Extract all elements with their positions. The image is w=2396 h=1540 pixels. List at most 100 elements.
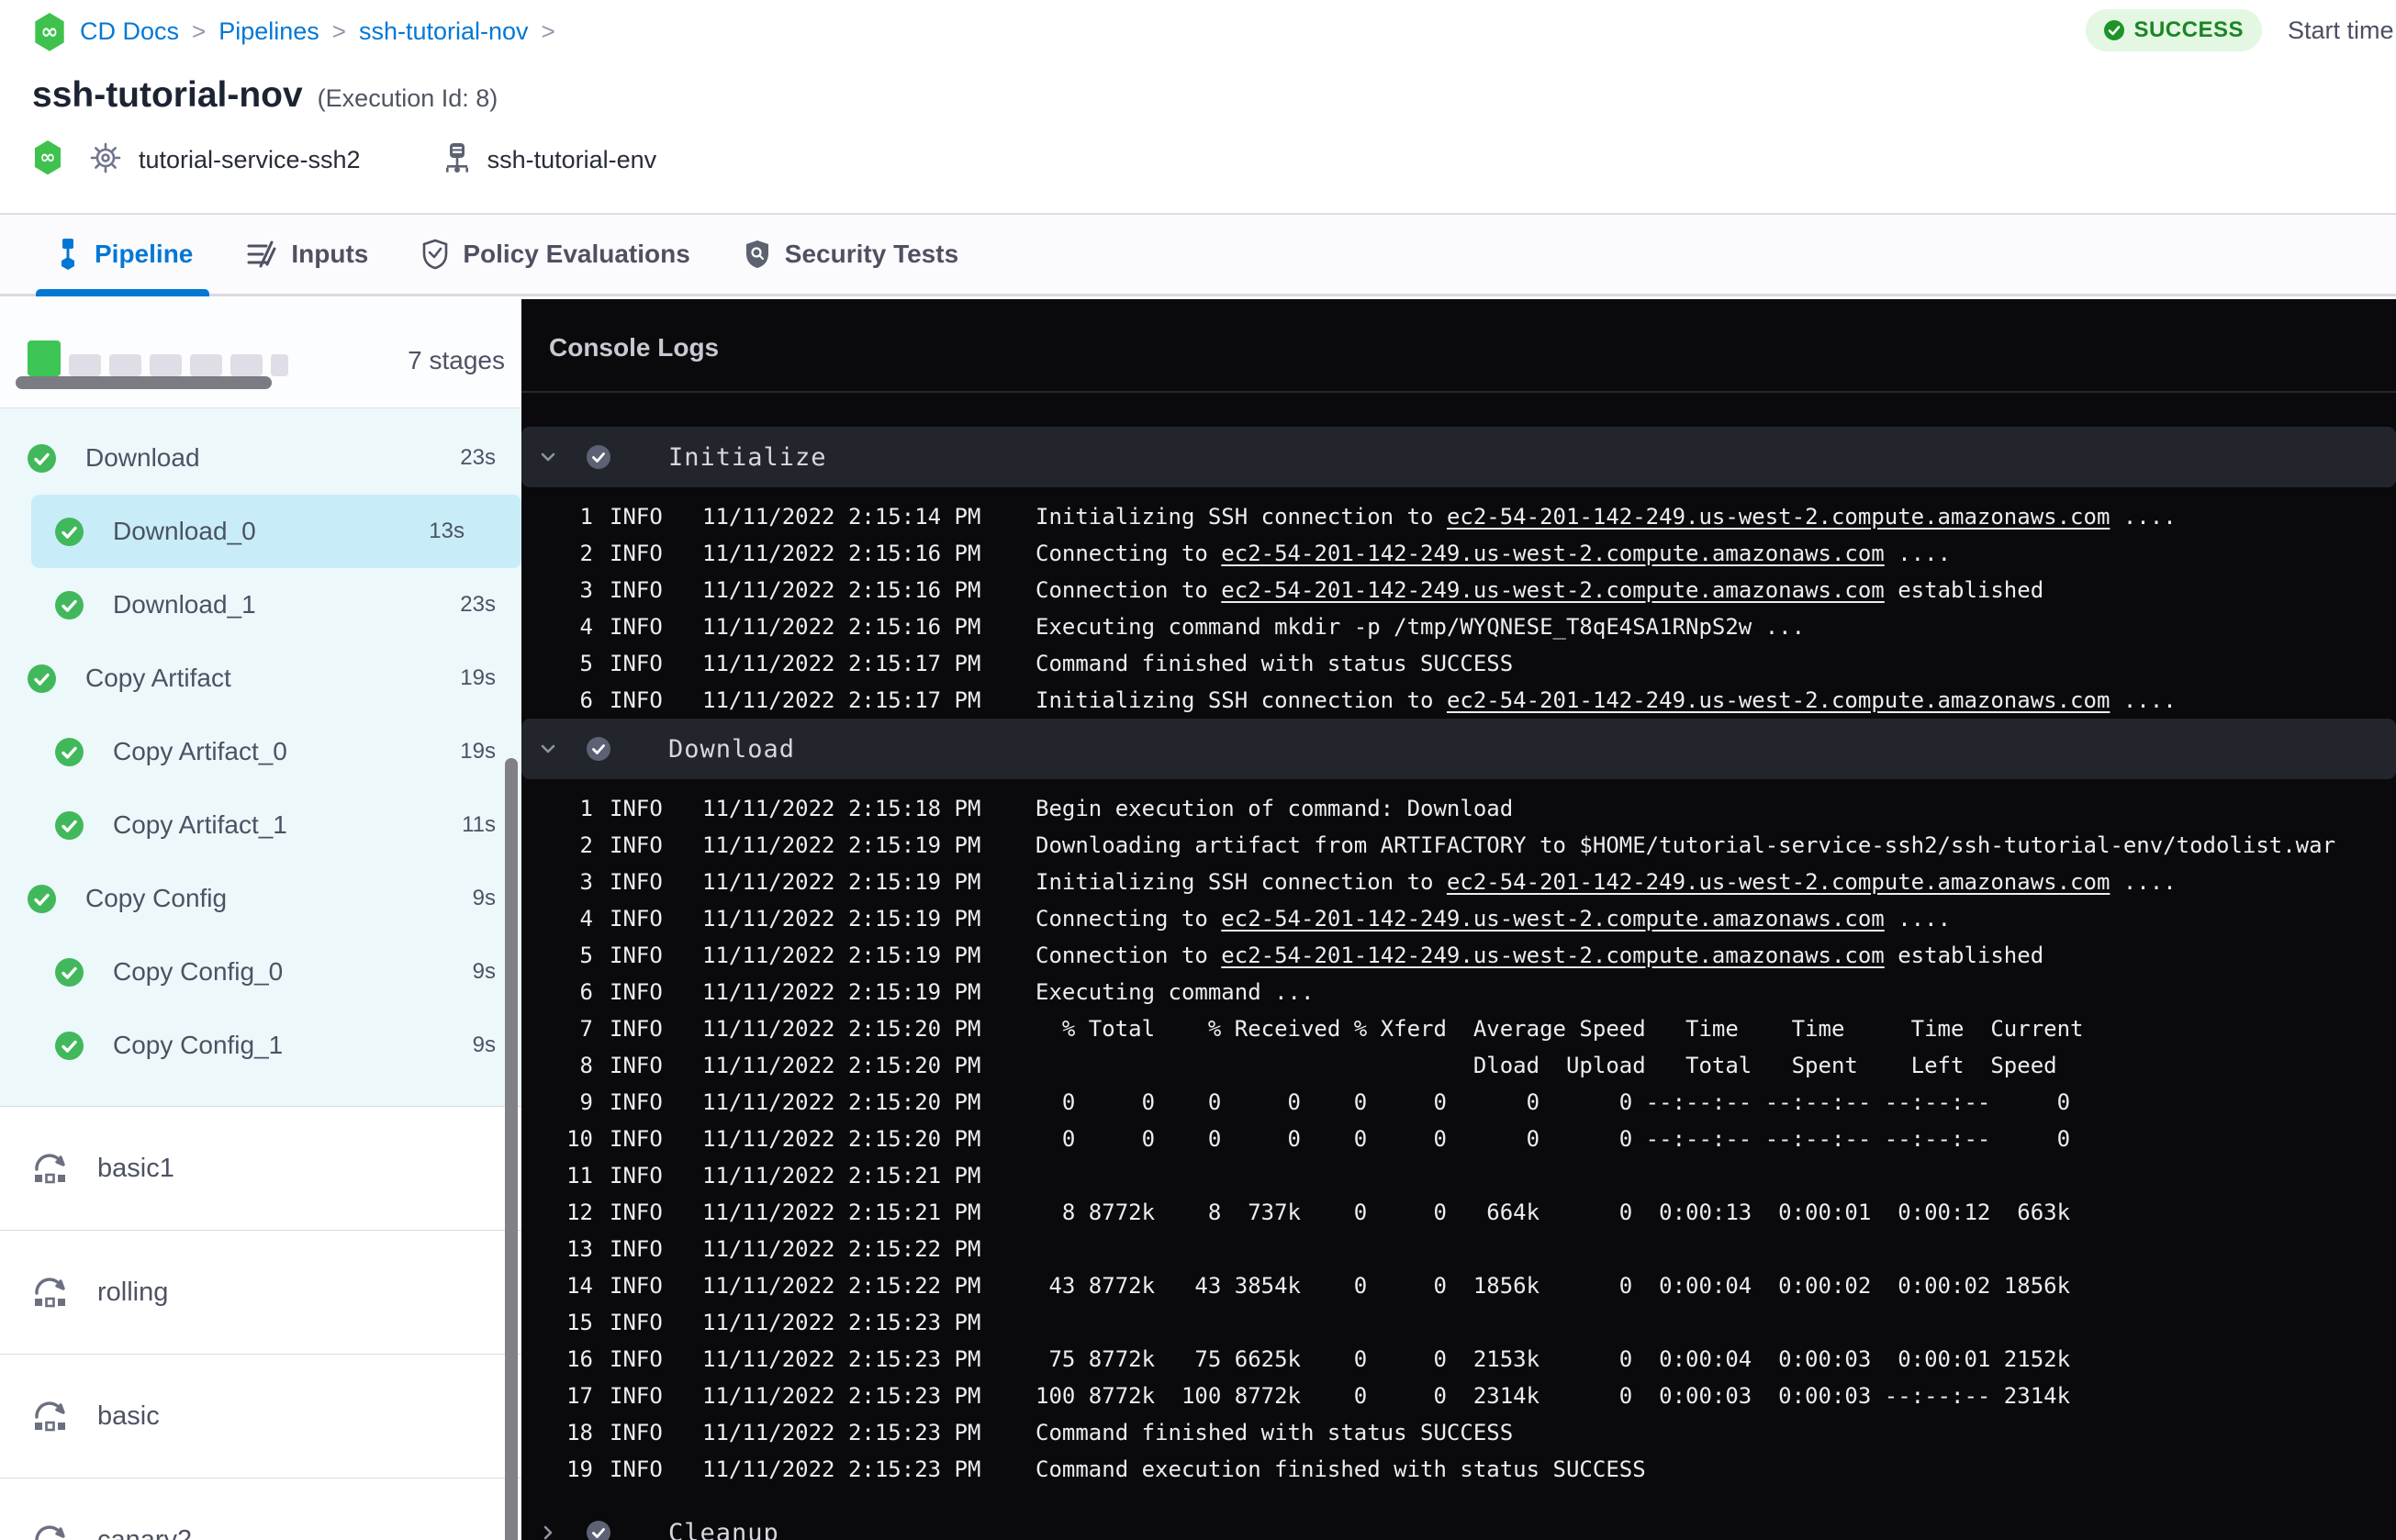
log-line-number: 1 xyxy=(579,796,593,821)
log-level: INFO xyxy=(610,577,663,603)
success-check-icon xyxy=(2104,20,2125,40)
stage-duration: 23s xyxy=(460,445,496,470)
tab-inputs[interactable]: Inputs xyxy=(246,215,368,294)
log-level: INFO xyxy=(610,504,663,530)
breadcrumb-link[interactable]: Pipelines xyxy=(218,17,319,46)
log-section-header-cleanup[interactable]: Cleanup xyxy=(521,1502,2396,1540)
log-timestamp: 11/11/2022 2:15:14 PM xyxy=(702,504,981,530)
log-line-number: 3 xyxy=(579,869,593,895)
log-message: 0 0 0 0 0 0 0 0 --:--:-- --:--:-- --:--:… xyxy=(1036,1089,2071,1115)
execution-label: canary2 xyxy=(97,1524,193,1540)
log-message: Initializing SSH connection to ec2-54-20… xyxy=(1036,504,2177,530)
log-line-number: 15 xyxy=(566,1310,593,1335)
host-link[interactable]: ec2-54-201-142-249.us-west-2.compute.ama… xyxy=(1221,906,1884,932)
stage-row-copy-config_1[interactable]: Copy Config_1 9s xyxy=(0,1009,521,1082)
chevron-right-icon[interactable] xyxy=(536,1523,559,1540)
host-link[interactable]: ec2-54-201-142-249.us-west-2.compute.ama… xyxy=(1221,577,1884,603)
stage-square-pending xyxy=(271,354,288,376)
stage-label: Download_0 xyxy=(113,517,256,545)
log-line: 13 INFO 11/11/2022 2:15:22 PM xyxy=(521,1231,2396,1267)
stage-row-copy-config[interactable]: Copy Config 9s xyxy=(0,862,521,935)
breadcrumb-link[interactable]: ssh-tutorial-nov xyxy=(359,17,529,46)
execution-label: rolling xyxy=(97,1277,169,1307)
stage-row-copy-artifact_1[interactable]: Copy Artifact_1 11s xyxy=(0,788,521,862)
execution-id: (Execution Id: 8) xyxy=(317,84,498,112)
inputs-icon xyxy=(246,240,277,268)
chevron-down-icon[interactable] xyxy=(536,739,559,759)
log-message: Begin execution of command: Download xyxy=(1036,796,1514,821)
stage-label: Copy Config xyxy=(85,884,228,912)
stage-list: Download 23s Download_0 13s Download_1 23s Cop… xyxy=(0,408,521,1106)
stage-row-download_0[interactable]: Download_0 13s xyxy=(31,495,521,568)
execution-row-basic[interactable]: basic xyxy=(0,1355,521,1479)
success-check-icon xyxy=(28,884,56,913)
log-level: INFO xyxy=(610,541,663,566)
execution-row-rolling[interactable]: rolling xyxy=(0,1231,521,1355)
execution-title-row: ssh-tutorial-nov (Execution Id: 8) xyxy=(32,75,498,116)
service-name[interactable]: tutorial-service-ssh2 xyxy=(139,146,361,174)
stage-row-copy-artifact_0[interactable]: Copy Artifact_0 19s xyxy=(0,715,521,788)
log-timestamp: 11/11/2022 2:15:16 PM xyxy=(702,614,981,640)
policy-shield-check-icon xyxy=(421,239,449,270)
stage-row-copy-config_0[interactable]: Copy Config_0 9s xyxy=(0,935,521,1009)
tab-pipeline[interactable]: Pipeline xyxy=(35,215,210,296)
success-check-icon xyxy=(28,664,56,693)
host-link[interactable]: ec2-54-201-142-249.us-west-2.compute.ama… xyxy=(1447,687,2110,713)
rolling-deploy-icon xyxy=(29,1273,72,1311)
tab-security-tests[interactable]: Security Tests xyxy=(744,215,958,294)
log-timestamp: 11/11/2022 2:15:19 PM xyxy=(702,869,981,895)
success-check-icon xyxy=(55,737,84,766)
log-message: 100 8772k 100 8772k 0 0 2314k 0 0:00:03 … xyxy=(1036,1383,2071,1409)
log-timestamp: 11/11/2022 2:15:17 PM xyxy=(702,687,981,713)
tab-policy-evaluations[interactable]: Policy Evaluations xyxy=(421,215,690,294)
log-level: INFO xyxy=(610,943,663,968)
log-message: Connection to ec2-54-201-142-249.us-west… xyxy=(1036,577,2044,603)
stage-row-download[interactable]: Download 23s xyxy=(0,421,521,495)
host-link[interactable]: ec2-54-201-142-249.us-west-2.compute.ama… xyxy=(1447,504,2110,530)
log-timestamp: 11/11/2022 2:15:23 PM xyxy=(702,1456,981,1482)
host-link[interactable]: ec2-54-201-142-249.us-west-2.compute.ama… xyxy=(1447,869,2110,895)
log-message: 43 8772k 43 3854k 0 0 1856k 0 0:00:04 0:… xyxy=(1036,1273,2071,1299)
log-line-number: 9 xyxy=(579,1089,593,1115)
stage-row-copy-artifact[interactable]: Copy Artifact 19s xyxy=(0,642,521,715)
chevron-down-icon[interactable] xyxy=(536,447,559,467)
log-line-number: 6 xyxy=(579,687,593,713)
service-environment-row: ∞ tutorial-service-ssh2 ssh-tutorial-env xyxy=(32,139,656,180)
log-timestamp: 11/11/2022 2:15:23 PM xyxy=(702,1310,981,1335)
horizontal-scrollbar[interactable] xyxy=(16,376,272,389)
breadcrumb-separator: > xyxy=(192,17,207,46)
log-section-header-initialize[interactable]: Initialize xyxy=(521,427,2396,487)
execution-row-canary2[interactable]: canary2 xyxy=(0,1479,521,1540)
log-timestamp: 11/11/2022 2:15:19 PM xyxy=(702,979,981,1005)
environment-name[interactable]: ssh-tutorial-env xyxy=(487,146,657,174)
breadcrumb-separator: > xyxy=(541,17,555,46)
log-message: 75 8772k 75 6625k 0 0 2153k 0 0:00:04 0:… xyxy=(1036,1346,2071,1372)
log-timestamp: 11/11/2022 2:15:20 PM xyxy=(702,1089,981,1115)
log-level: INFO xyxy=(610,906,663,932)
log-section-lines: 1 INFO 11/11/2022 2:15:14 PM Initializing S… xyxy=(521,498,2396,719)
log-level: INFO xyxy=(610,1163,663,1188)
log-message: Initializing SSH connection to ec2-54-20… xyxy=(1036,869,2177,895)
stage-row-download_1[interactable]: Download_1 23s xyxy=(0,568,521,642)
stage-square-pending xyxy=(190,354,222,376)
log-level: INFO xyxy=(610,979,663,1005)
log-section-header-download[interactable]: Download xyxy=(521,719,2396,779)
host-link[interactable]: ec2-54-201-142-249.us-west-2.compute.ama… xyxy=(1221,943,1884,968)
stage-label: Copy Artifact_1 xyxy=(113,810,287,839)
security-shield-icon xyxy=(744,239,771,270)
log-message: 8 8772k 8 737k 0 0 664k 0 0:00:13 0:00:0… xyxy=(1036,1200,2071,1225)
log-section-lines: 1 INFO 11/11/2022 2:15:18 PM Begin executio… xyxy=(521,790,2396,1488)
log-timestamp: 11/11/2022 2:15:17 PM xyxy=(702,651,981,676)
page-header: ∞ CD Docs > Pipelines > ssh-tutorial-nov > ssh… xyxy=(0,0,2396,214)
execution-row-basic1[interactable]: basic1 xyxy=(0,1107,521,1231)
log-level: INFO xyxy=(610,687,663,713)
breadcrumb-link[interactable]: CD Docs xyxy=(80,17,179,46)
log-line: 3 INFO 11/11/2022 2:15:16 PM Connection to … xyxy=(521,572,2396,608)
log-message: Executing command mkdir -p /tmp/WYQNESE_… xyxy=(1036,614,1806,640)
log-line: 7 INFO 11/11/2022 2:15:20 PM % Total % Rec… xyxy=(521,1010,2396,1047)
host-link[interactable]: ec2-54-201-142-249.us-west-2.compute.ama… xyxy=(1221,541,1884,566)
stage-count-label: 7 stages xyxy=(408,346,505,374)
vertical-scrollbar[interactable] xyxy=(505,758,518,1540)
log-line: 2 INFO 11/11/2022 2:15:16 PM Connecting to … xyxy=(521,535,2396,572)
log-timestamp: 11/11/2022 2:15:16 PM xyxy=(702,541,981,566)
